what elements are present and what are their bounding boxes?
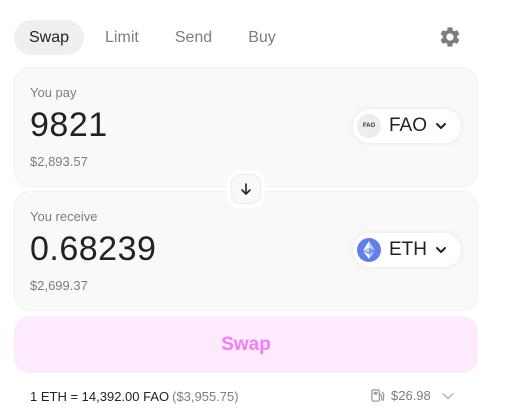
chevron-down-icon [442, 392, 454, 399]
receive-amount-input[interactable]: 0.68239 [30, 230, 156, 269]
pay-token-selector[interactable]: FAO FAO [353, 109, 461, 143]
tab-buy[interactable]: Buy [233, 20, 291, 55]
receive-label: You receive [30, 209, 98, 224]
tab-swap[interactable]: Swap [14, 20, 85, 55]
pay-token-symbol: FAO [389, 115, 428, 136]
arrow-down-icon [241, 183, 251, 195]
gas-pump-icon [371, 389, 385, 402]
tab-limit[interactable]: Limit [90, 20, 154, 55]
rate-usd: ($3,955.75) [172, 389, 239, 404]
gear-icon[interactable] [438, 25, 462, 49]
gas-fee-toggle[interactable]: $26.98 [370, 388, 455, 403]
gas-fee-value: $26.98 [391, 388, 431, 403]
receive-usd-value: $2,699.37 [30, 278, 88, 293]
tab-bar: Swap Limit Send Buy [14, 20, 297, 55]
chevron-down-icon [436, 247, 446, 253]
receive-panel: You receive 0.68239 $2,699.37 ETH [14, 191, 478, 311]
receive-token-selector[interactable]: ETH [353, 233, 461, 267]
rate-text: 1 ETH = 14,392.00 FAO [30, 389, 170, 404]
switch-tokens-button[interactable] [227, 170, 265, 208]
fao-token-icon: FAO [357, 114, 381, 138]
tab-send[interactable]: Send [160, 20, 227, 55]
pay-amount-input[interactable]: 9821 [30, 106, 108, 145]
swap-widget: Swap Limit Send Buy You pay 9821 $2,893.… [0, 0, 508, 418]
receive-token-symbol: ETH [389, 239, 427, 260]
pay-usd-value: $2,893.57 [30, 154, 88, 169]
swap-button[interactable]: Swap [14, 316, 478, 373]
eth-token-icon [357, 238, 381, 262]
pay-label: You pay [30, 85, 77, 100]
exchange-rate[interactable]: 1 ETH = 14,392.00 FAO ($3,955.75) [30, 389, 239, 404]
pay-panel: You pay 9821 $2,893.57 FAO FAO [14, 67, 478, 187]
chevron-down-icon [436, 123, 447, 129]
